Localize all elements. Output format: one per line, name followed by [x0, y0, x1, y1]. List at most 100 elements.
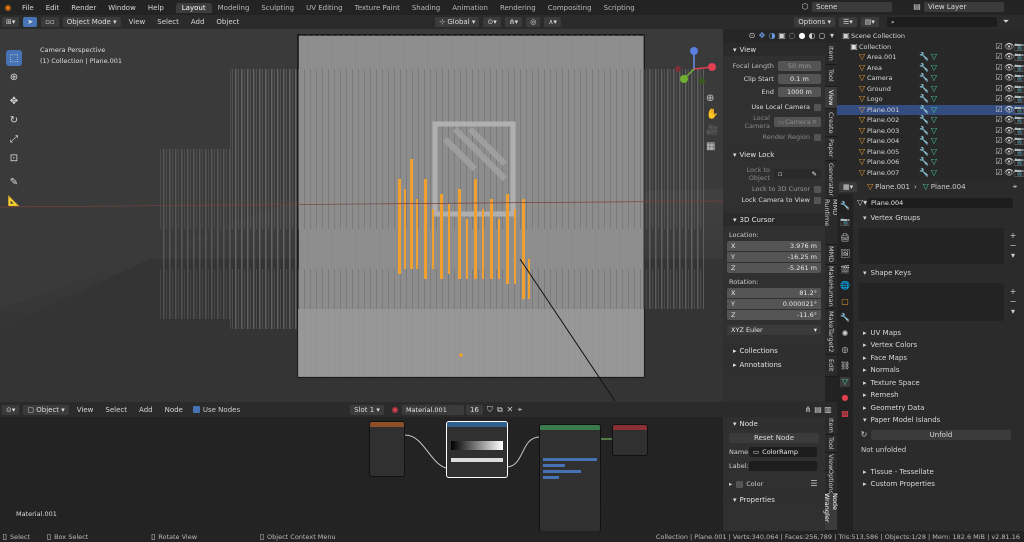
modifier-icon[interactable]: 🔧	[919, 136, 929, 146]
camera-visibility-icon[interactable]: 📷	[1014, 84, 1024, 94]
remove-shape-key-icon[interactable]: −	[1008, 297, 1018, 307]
scene-selector[interactable]: ⬡ Scene	[800, 2, 894, 12]
solid-shading-icon[interactable]: ●	[797, 31, 807, 41]
menu-help[interactable]: Help	[142, 4, 170, 12]
node-properties-header[interactable]: ▾ Properties	[723, 493, 825, 506]
eye-icon[interactable]: 👁	[1004, 126, 1014, 136]
npanel-tab-paper[interactable]: Paper	[825, 137, 837, 161]
exclude-checkbox-icon[interactable]: ☑	[994, 147, 1004, 157]
camera-visibility-icon[interactable]: 📷	[1014, 73, 1024, 83]
npanel-tab-edit[interactable]: Edit	[825, 355, 837, 377]
lock-3d-cursor-checkbox[interactable]	[814, 185, 821, 193]
color-ramp-gradient[interactable]	[451, 441, 503, 450]
node-editor-canvas[interactable]: Material.001	[0, 417, 723, 531]
camera-visibility-icon[interactable]: 📷	[1014, 52, 1024, 62]
node-label-field[interactable]	[749, 461, 817, 471]
node-overlay-icon[interactable]: ▤	[813, 405, 823, 415]
world-tab-icon[interactable]: 🌐	[840, 281, 850, 291]
node-color-checkbox[interactable]	[736, 480, 744, 488]
tab-uv-editing[interactable]: UV Editing	[300, 3, 349, 13]
shader-type-dropdown[interactable]: ▢ Object ▾	[23, 404, 69, 415]
exclude-checkbox-icon[interactable]: ☑	[994, 94, 1004, 104]
outliner-item[interactable]: ▽ Area.001 🔧 ▽ ☑ 👁 📷	[837, 52, 1024, 63]
tab-animation[interactable]: Animation	[446, 3, 494, 13]
outliner-scene-collection[interactable]: ▣ Scene Collection	[837, 31, 1024, 42]
modifier-icon[interactable]: 🔧	[919, 157, 929, 167]
constraints-tab-icon[interactable]: ⛓	[840, 361, 850, 371]
tissue-tessellate-header[interactable]: ▸ Tissue - Tessellate	[855, 466, 1022, 479]
select-tool-icon[interactable]: ➤	[23, 17, 38, 27]
menu-file[interactable]: File	[16, 4, 40, 12]
tab-rendering[interactable]: Rendering	[494, 3, 542, 13]
outliner-item[interactable]: ▽ Logo 🔧 ▽ ☑ 👁 📷	[837, 94, 1024, 105]
properties-editor-type[interactable]: ▦▾	[839, 182, 858, 192]
outliner-editor-type[interactable]: ☰▾	[839, 17, 857, 27]
node-menu-node[interactable]: Node	[159, 406, 189, 414]
exclude-checkbox-icon[interactable]: ☑	[994, 52, 1004, 62]
camera-visibility-icon[interactable]: 📷	[1014, 63, 1024, 73]
outliner-item[interactable]: ▽ Camera 🔧 ▽ ☑ 👁 📷	[837, 73, 1024, 84]
exclude-checkbox-icon[interactable]: ☑	[994, 42, 1004, 52]
eyedropper-icon[interactable]: ✎	[812, 170, 817, 178]
focal-length-field[interactable]: 50 mm	[777, 61, 821, 71]
node-snap-icon[interactable]: ⋔	[803, 405, 813, 415]
node-menu-add[interactable]: Add	[133, 406, 159, 414]
viewport-menu-object[interactable]: Object	[210, 18, 245, 26]
tab-compositing[interactable]: Compositing	[542, 3, 598, 13]
camera-visibility-icon[interactable]: 📷	[1014, 42, 1024, 52]
material-shading-icon[interactable]: ◐	[807, 31, 817, 41]
reset-node-button[interactable]: Reset Node	[729, 433, 819, 443]
falloff-icon[interactable]: ∧▾	[544, 17, 561, 27]
node-tab-node-wrangler[interactable]: Node Wrangler	[823, 493, 839, 531]
vertex-groups-header[interactable]: ▾ Vertex Groups	[855, 212, 1022, 225]
move-icon[interactable]: ✥	[6, 93, 22, 109]
node-editor-type-button[interactable]: ⊙▾	[2, 404, 20, 415]
shape-key-menu-icon[interactable]: ▾	[1008, 307, 1018, 317]
options-dropdown[interactable]: Options ▾	[794, 17, 835, 27]
physics-tab-icon[interactable]: ◎	[840, 345, 850, 355]
modifier-icon[interactable]: 🔧	[919, 147, 929, 157]
unlink-material-icon[interactable]: ✕	[505, 405, 515, 415]
eye-icon[interactable]: 👁	[1004, 84, 1014, 94]
eye-icon[interactable]: 👁	[1004, 94, 1014, 104]
modifier-icon[interactable]: 🔧	[919, 105, 929, 115]
npanel-tab-mmd-runtime[interactable]: MMD Runtime	[823, 199, 839, 245]
mesh-name-field[interactable]: Plane.004	[867, 198, 1013, 208]
modifier-tab-icon[interactable]: 🔧	[840, 313, 850, 323]
mesh-data-icon[interactable]: ▽	[929, 126, 939, 136]
use-nodes-checkbox[interactable]	[192, 406, 200, 413]
transform-icon[interactable]: ⊡	[6, 150, 22, 166]
node-section-header[interactable]: ▾ Node	[723, 417, 825, 430]
modifier-icon[interactable]: 🔧	[919, 126, 929, 136]
camera-visibility-icon[interactable]: 📷	[1014, 94, 1024, 104]
transform-orientation-dropdown[interactable]: ⊹ Global ▾	[435, 17, 480, 27]
modifier-icon[interactable]: 🔧	[919, 84, 929, 94]
eye-icon[interactable]: 👁	[1004, 157, 1014, 167]
outliner-item[interactable]: ▽ Plane.007 🔧 ▽ ☑ 👁 📷	[837, 168, 1024, 179]
node-tab-item[interactable]: Item	[825, 417, 837, 435]
mesh-data-icon[interactable]: ▽	[929, 115, 939, 125]
exclude-checkbox-icon[interactable]: ☑	[994, 73, 1004, 83]
npanel-tab-generator[interactable]: Generator	[825, 161, 837, 199]
properties-section-header[interactable]: ▸ UV Maps	[855, 327, 1022, 340]
viewport-menu-select[interactable]: Select	[151, 18, 185, 26]
material-browse-icon[interactable]: ◉	[390, 405, 400, 415]
scene-name[interactable]: Scene	[812, 2, 892, 12]
custom-properties-header[interactable]: ▸ Custom Properties	[855, 479, 1022, 491]
outliner-item[interactable]: ▽ Plane.005 🔧 ▽ ☑ 👁 📷	[837, 147, 1024, 158]
pin-icon[interactable]: ⌖	[1010, 182, 1020, 192]
mesh-data-icon[interactable]: ▽	[929, 147, 939, 157]
blender-logo-icon[interactable]: ◉	[3, 3, 13, 13]
annotations-header[interactable]: ▸ Annotations	[723, 358, 825, 371]
cursor-location-x[interactable]: X 3.976 m	[727, 241, 821, 251]
mesh-data-icon[interactable]: ▽	[929, 63, 939, 73]
npanel-tab-makehuman[interactable]: MakeHuman	[825, 265, 837, 309]
pivot-icon[interactable]: ⊙▾	[483, 17, 501, 27]
scale-icon[interactable]: ⤢	[6, 131, 22, 147]
exclude-checkbox-icon[interactable]: ☑	[994, 115, 1004, 125]
refresh-icon[interactable]: ↻	[859, 430, 869, 440]
output-tab-icon[interactable]: 🖨	[840, 233, 850, 243]
node-name-field[interactable]: ▭ ColorRamp	[749, 447, 817, 457]
cursor-rotation-z[interactable]: Z -11.6°	[727, 310, 821, 320]
add-shape-key-icon[interactable]: +	[1008, 287, 1018, 297]
